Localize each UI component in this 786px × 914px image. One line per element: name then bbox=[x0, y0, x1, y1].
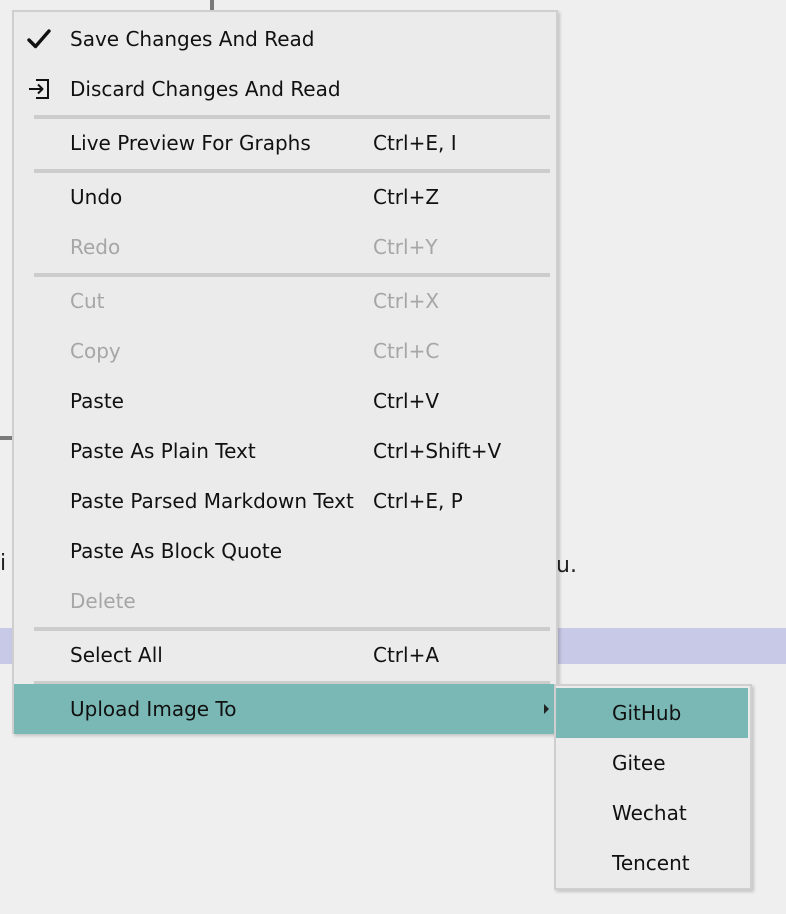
menu-item-shortcut: Ctrl+Shift+V bbox=[373, 439, 502, 463]
menu-item-shortcut: Ctrl+Z bbox=[373, 185, 440, 209]
menu-item-cut[interactable]: Cut Ctrl+X bbox=[14, 276, 556, 326]
menu-item-paste-as-block-quote[interactable]: Paste As Block Quote bbox=[14, 526, 556, 576]
context-menu: Save Changes And Read Discard Changes An… bbox=[12, 10, 558, 734]
checkmark-icon bbox=[26, 27, 52, 51]
menu-item-delete[interactable]: Delete bbox=[14, 576, 556, 626]
upload-image-submenu: GitHub Gitee Wechat Tencent bbox=[554, 684, 752, 890]
menu-item-paste-parsed-markdown-text[interactable]: Paste Parsed Markdown Text Ctrl+E, P bbox=[14, 476, 556, 526]
menu-item-copy[interactable]: Copy Ctrl+C bbox=[14, 326, 556, 376]
menu-item-label: Undo bbox=[70, 185, 123, 209]
menu-item-select-all[interactable]: Select All Ctrl+A bbox=[14, 630, 556, 680]
menu-item-label: Paste bbox=[70, 389, 124, 413]
menu-item-label: Select All bbox=[70, 643, 163, 667]
menu-item-save-changes-and-read[interactable]: Save Changes And Read bbox=[14, 14, 556, 64]
menu-item-label: Live Preview For Graphs bbox=[70, 131, 311, 155]
menu-item-paste[interactable]: Paste Ctrl+V bbox=[14, 376, 556, 426]
menu-item-discard-changes-and-read[interactable]: Discard Changes And Read bbox=[14, 64, 556, 114]
menu-item-shortcut: Ctrl+A bbox=[373, 643, 440, 667]
submenu-item-github[interactable]: GitHub bbox=[556, 688, 748, 738]
menu-item-label: Paste As Block Quote bbox=[70, 539, 283, 563]
submenu-item-gitee[interactable]: Gitee bbox=[556, 738, 750, 788]
submenu-item-label: Tencent bbox=[612, 851, 690, 875]
menu-item-label: Cut bbox=[70, 289, 105, 313]
submenu-item-label: Gitee bbox=[612, 751, 666, 775]
menu-item-label: Discard Changes And Read bbox=[70, 77, 341, 101]
menu-item-label: Copy bbox=[70, 339, 121, 363]
submenu-item-tencent[interactable]: Tencent bbox=[556, 838, 750, 888]
menu-item-label: Upload Image To bbox=[70, 697, 237, 721]
menu-item-upload-image-to[interactable]: Upload Image To bbox=[14, 684, 556, 734]
menu-item-shortcut: Ctrl+E, P bbox=[373, 489, 463, 513]
menu-item-label: Save Changes And Read bbox=[70, 27, 315, 51]
submenu-item-label: GitHub bbox=[612, 701, 682, 725]
menu-item-label: Paste Parsed Markdown Text bbox=[70, 489, 354, 513]
menu-item-label: Redo bbox=[70, 235, 121, 259]
editor-text-fragment: i bbox=[0, 551, 7, 576]
menu-item-shortcut: Ctrl+Y bbox=[373, 235, 438, 259]
menu-item-label: Delete bbox=[70, 589, 136, 613]
menu-item-undo[interactable]: Undo Ctrl+Z bbox=[14, 172, 556, 222]
submenu-item-label: Wechat bbox=[612, 801, 687, 825]
submenu-arrow-icon bbox=[544, 704, 549, 714]
editor-text-fragment: u. bbox=[556, 553, 577, 578]
menu-item-shortcut: Ctrl+E, I bbox=[373, 131, 457, 155]
menu-item-shortcut: Ctrl+V bbox=[373, 389, 440, 413]
menu-item-redo[interactable]: Redo Ctrl+Y bbox=[14, 222, 556, 272]
menu-item-label: Paste As Plain Text bbox=[70, 439, 256, 463]
menu-item-paste-as-plain-text[interactable]: Paste As Plain Text Ctrl+Shift+V bbox=[14, 426, 556, 476]
menu-item-shortcut: Ctrl+C bbox=[373, 339, 440, 363]
menu-item-shortcut: Ctrl+X bbox=[373, 289, 440, 313]
submenu-item-wechat[interactable]: Wechat bbox=[556, 788, 750, 838]
menu-item-live-preview-for-graphs[interactable]: Live Preview For Graphs Ctrl+E, I bbox=[14, 118, 556, 168]
discard-icon bbox=[26, 77, 52, 101]
